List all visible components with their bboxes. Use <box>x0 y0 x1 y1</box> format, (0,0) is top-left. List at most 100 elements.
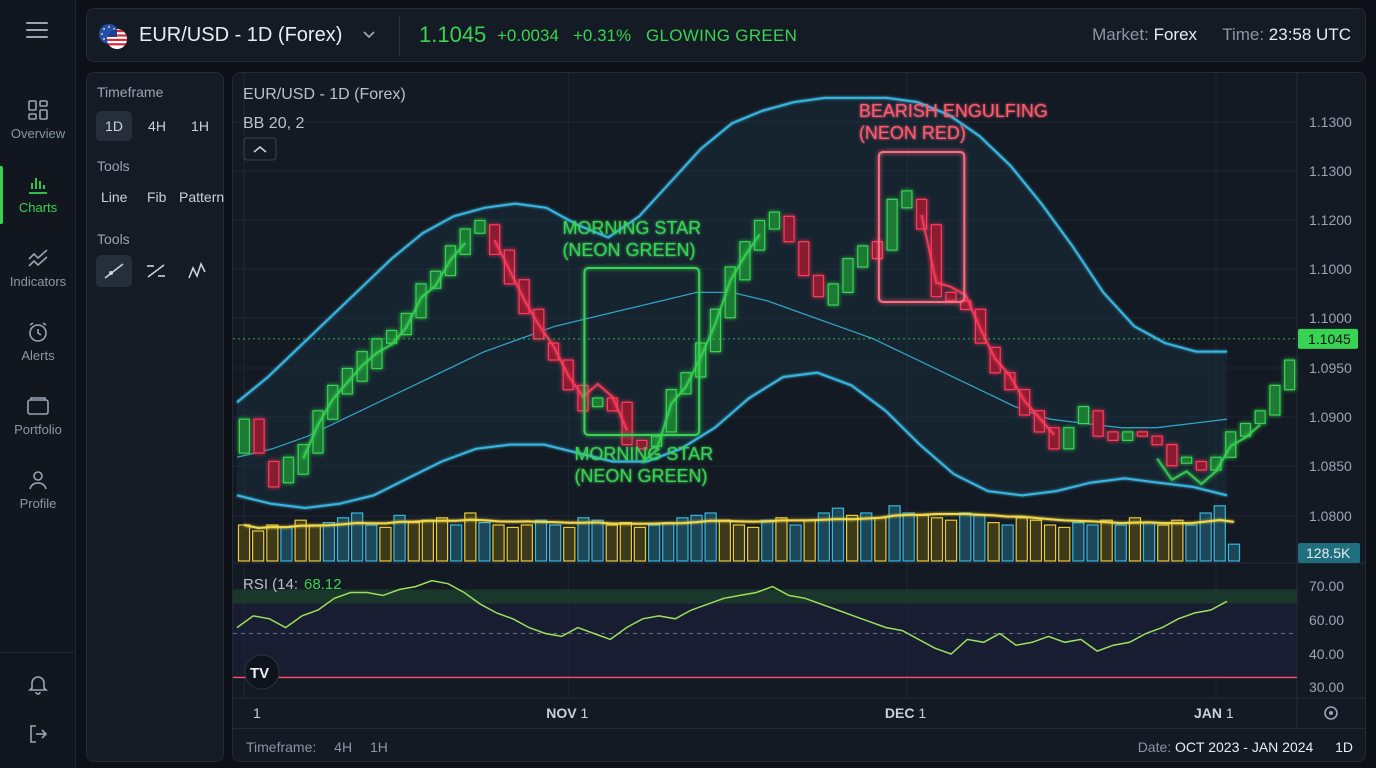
volume-bar <box>789 524 802 562</box>
candle-body <box>327 384 339 420</box>
chevron-down-icon[interactable] <box>361 29 377 41</box>
ray-tool-button[interactable] <box>138 255 174 287</box>
volume-bar <box>506 526 519 562</box>
volume-bar <box>944 519 958 562</box>
nav-divider <box>0 652 76 653</box>
pair-selector-title[interactable]: EUR/USD - 1D (Forex) <box>139 24 342 47</box>
hamburger-menu-icon[interactable] <box>26 22 48 40</box>
timeframe-1d-button[interactable]: 1D <box>96 111 132 141</box>
candle-body <box>282 456 295 484</box>
morning-star-label-top: MORNING STAR <box>562 218 701 238</box>
candle-body <box>1166 444 1178 467</box>
candle-body <box>798 241 810 277</box>
time-axis-label: 1 <box>253 705 261 721</box>
time-value: 23:58 UTC <box>1268 25 1351 44</box>
header-separator <box>399 17 400 55</box>
candle-body <box>489 224 501 256</box>
volume-bar <box>930 517 944 562</box>
tool-line-button[interactable]: Line <box>101 189 127 205</box>
volume-bar <box>973 514 986 562</box>
time-axis-label: DEC 1 <box>885 705 926 721</box>
price-axis-label: 1.0900 <box>1309 409 1352 425</box>
volume-bar <box>959 512 972 562</box>
volume-bar <box>845 514 859 562</box>
bearish-engulfing-sublabel: (NEON RED) <box>859 123 966 143</box>
volume-bar <box>365 524 378 562</box>
nav-item-charts[interactable]: Charts <box>0 164 76 232</box>
footer-timeframe-1h[interactable]: 1H <box>370 739 388 755</box>
volume-bar <box>407 522 420 562</box>
chart-panel: 1.1300 1.1300 1.1200 1.1000 1.1000 1.0950 1.09… <box>232 72 1366 762</box>
trend-lines-icon <box>28 249 48 267</box>
price-axis-label: 1.1000 <box>1309 261 1352 277</box>
footer-timeframe: Timeframe: 4H 1H <box>246 739 402 755</box>
trendline-icon <box>104 263 124 279</box>
candle-body <box>783 215 795 243</box>
volume-bar <box>308 524 321 562</box>
volume-bar <box>379 526 392 562</box>
price-axis-label: 1.1200 <box>1309 212 1352 228</box>
candle-body <box>415 283 427 319</box>
price-axis-label: 1.1300 <box>1309 114 1352 130</box>
rsi-title: RSI (14: <box>243 576 298 593</box>
collapse-legend-button[interactable] <box>243 137 277 161</box>
price-change: +0.0034 <box>497 26 559 45</box>
volume-bar <box>450 524 463 562</box>
nav-label-indicators: Indicators <box>9 274 67 289</box>
volume-bar <box>860 512 873 562</box>
volume-bar <box>350 512 364 562</box>
volume-label: 128.5K <box>1306 545 1351 561</box>
footer-date-value: OCT 2023 - JAN 2024 <box>1175 739 1314 755</box>
footer-timeframe-label: Timeframe: <box>246 739 317 755</box>
bell-icon[interactable] <box>26 672 50 696</box>
candle-body <box>1077 406 1090 425</box>
candle-body <box>871 241 884 260</box>
morning-star-label-bottom: MORNING STAR <box>574 444 713 464</box>
candle-body <box>268 460 280 488</box>
volume-bar <box>874 517 887 562</box>
footer-timeframe-4h[interactable]: 4H <box>334 739 352 755</box>
volume-bar <box>1015 517 1028 562</box>
candle-body <box>930 224 942 298</box>
volume-bar <box>648 524 661 562</box>
timeframe-4h-button[interactable]: 4H <box>139 111 175 141</box>
nav-item-alerts[interactable]: Alerts <box>0 312 76 380</box>
candle-body <box>665 389 677 433</box>
tool-pattern-button[interactable]: Pattern <box>179 189 224 205</box>
rsi-axis-label: 30.00 <box>1309 679 1344 695</box>
path-tool-button[interactable] <box>180 255 216 287</box>
candle-body <box>768 211 781 230</box>
nav-item-indicators[interactable]: Indicators <box>0 238 76 306</box>
nav-item-profile[interactable]: Profile <box>0 460 76 528</box>
candle-body <box>945 291 957 302</box>
nav-item-portfolio[interactable]: Portfolio <box>0 386 76 454</box>
candle-body <box>1107 431 1119 441</box>
candle-body <box>253 418 265 454</box>
time-axis-label: NOV 1 <box>546 705 588 721</box>
timeframe-1h-button[interactable]: 1H <box>182 111 218 141</box>
left-nav: Overview Charts Indicators Alerts Portfo… <box>0 0 76 768</box>
candle-body <box>857 245 869 268</box>
volume-bar <box>435 517 449 562</box>
volume-bar <box>619 522 632 562</box>
morning-star-sublabel-bottom: (NEON GREEN) <box>574 466 707 486</box>
timeframe-section-label: Timeframe <box>97 84 164 100</box>
nav-label-charts: Charts <box>18 200 58 215</box>
volume-bar <box>1227 543 1241 562</box>
tool-fib-button[interactable]: Fib <box>147 189 166 205</box>
price-chart[interactable]: 1.1300 1.1300 1.1200 1.1000 1.1000 1.0950 1.09… <box>233 73 1366 728</box>
logout-icon[interactable] <box>26 722 50 746</box>
footer-interval[interactable]: 1D <box>1335 739 1353 755</box>
time-axis-label: JAN 1 <box>1194 705 1234 721</box>
bearish-engulfing-label: BEARISH ENGULFING <box>859 101 1048 121</box>
trendline-tool-button[interactable] <box>96 255 132 287</box>
market-label: Market: <box>1092 25 1149 44</box>
nav-item-overview[interactable]: Overview <box>0 90 76 158</box>
volume-bar <box>577 517 590 562</box>
time-label: Time: <box>1222 25 1265 44</box>
current-price: 1.1045 <box>419 22 487 47</box>
settings-gear-center <box>1329 711 1333 715</box>
candle-body <box>827 283 839 306</box>
volume-bar <box>987 522 1000 562</box>
top-header: EUR/USD - 1D (Forex) 1.1045 +0.0034 +0.3… <box>86 8 1366 62</box>
